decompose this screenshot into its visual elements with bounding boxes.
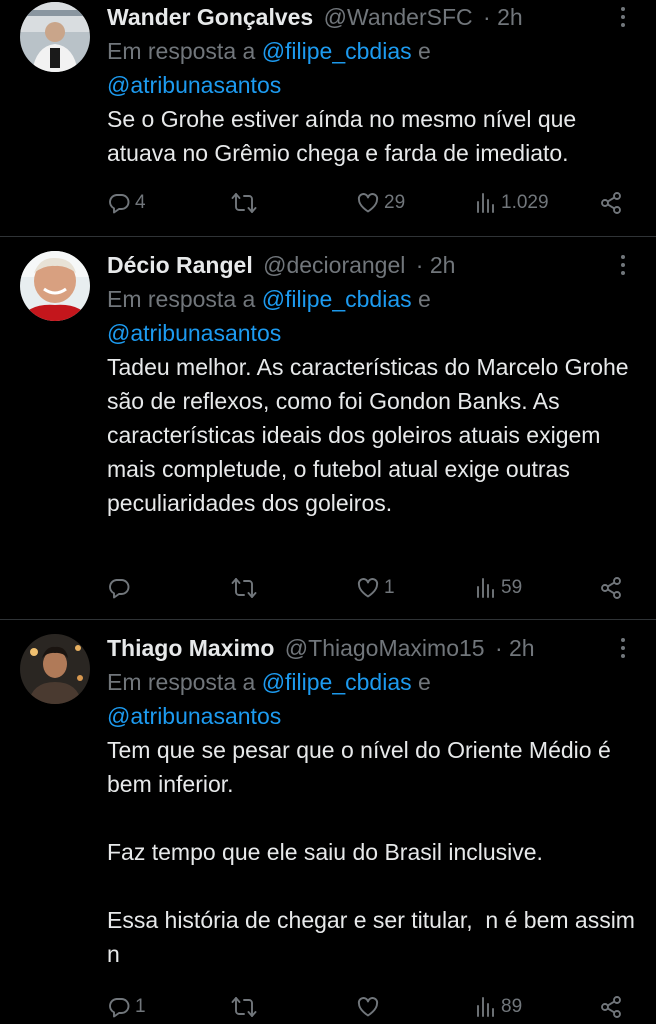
tweet[interactable]: Décio Rangel @deciorangel · 2h Em respos…	[0, 237, 656, 619]
timeline: Wander Gonçalves @WanderSFC · 2h Em resp…	[0, 0, 656, 1024]
views-button[interactable]: 59	[475, 571, 522, 605]
more-icon[interactable]	[616, 633, 630, 663]
reply-button[interactable]: 1	[107, 990, 146, 1024]
retweet-button[interactable]	[231, 186, 261, 220]
views-button[interactable]: 89	[475, 990, 522, 1024]
reply-icon	[109, 579, 130, 599]
display-name[interactable]: Wander Gonçalves	[107, 4, 313, 30]
tweet-actions: 1 59	[107, 571, 637, 605]
mention-link[interactable]: @atribunasantos	[107, 320, 281, 346]
display-name[interactable]: Décio Rangel	[107, 252, 253, 278]
like-button[interactable]: 1	[356, 571, 395, 605]
tweet-text: Tadeu melhor. As características do Marc…	[107, 354, 635, 516]
retweet-button[interactable]	[231, 571, 261, 605]
views-icon	[477, 193, 494, 213]
share-button[interactable]	[599, 186, 623, 220]
reply-button[interactable]: 4	[107, 186, 146, 220]
tweet[interactable]: Wander Gonçalves @WanderSFC · 2h Em resp…	[0, 0, 656, 236]
retweet-button[interactable]	[231, 990, 261, 1024]
share-icon	[601, 577, 621, 599]
mention-link[interactable]: @atribunasantos	[107, 72, 281, 98]
views-count: 89	[501, 996, 523, 1017]
avatar[interactable]	[20, 251, 90, 321]
reply-context: Em resposta a @filipe_cbdias e @atribuna…	[107, 669, 431, 729]
tweet[interactable]: Thiago Maximo @ThiagoMaximo15 · 2h Em re…	[0, 620, 656, 1024]
tweet-text: Tem que se pesar que o nível do Oriente …	[107, 737, 635, 967]
like-count: 29	[384, 192, 406, 213]
reply-icon	[109, 998, 130, 1018]
views-icon	[477, 997, 494, 1017]
share-button[interactable]	[599, 571, 623, 605]
like-icon	[357, 997, 379, 1017]
like-icon	[357, 578, 379, 598]
like-button[interactable]	[356, 990, 384, 1024]
reply-context: Em resposta a @filipe_cbdias e @atribuna…	[107, 38, 431, 98]
share-icon	[601, 192, 621, 214]
user-handle[interactable]: @deciorangel	[263, 252, 405, 278]
retweet-icon	[231, 193, 257, 213]
tweet-text: Se o Grohe estiver aínda no mesmo nível …	[107, 106, 583, 166]
mention-link[interactable]: @filipe_cbdias	[262, 669, 412, 695]
reply-context: Em resposta a @filipe_cbdias e @atribuna…	[107, 286, 431, 346]
reply-icon	[109, 194, 130, 214]
timestamp[interactable]: · 2h	[483, 4, 523, 30]
timestamp[interactable]: · 2h	[416, 252, 456, 278]
views-count: 59	[501, 577, 523, 598]
reply-count: 1	[135, 996, 146, 1017]
retweet-icon	[231, 997, 257, 1017]
views-icon	[477, 578, 494, 598]
avatar[interactable]	[20, 634, 90, 704]
avatar[interactable]	[20, 2, 90, 72]
more-icon[interactable]	[616, 2, 630, 32]
display-name[interactable]: Thiago Maximo	[107, 635, 274, 661]
more-icon[interactable]	[616, 250, 630, 280]
reply-count: 4	[135, 192, 146, 213]
tweet-actions: 1 89	[107, 990, 637, 1024]
share-icon	[601, 996, 621, 1018]
like-count: 1	[384, 577, 395, 598]
like-icon	[357, 193, 379, 213]
retweet-icon	[231, 578, 257, 598]
share-button[interactable]	[599, 990, 623, 1024]
views-button[interactable]: 1.029	[475, 186, 549, 220]
timestamp[interactable]: · 2h	[495, 635, 535, 661]
user-handle[interactable]: @ThiagoMaximo15	[285, 635, 485, 661]
mention-link[interactable]: @filipe_cbdias	[262, 286, 412, 312]
reply-button[interactable]	[107, 571, 135, 605]
views-count: 1.029	[501, 192, 549, 213]
mention-link[interactable]: @filipe_cbdias	[262, 38, 412, 64]
like-button[interactable]: 29	[356, 186, 405, 220]
mention-link[interactable]: @atribunasantos	[107, 703, 281, 729]
tweet-actions: 4 29 1.029	[107, 186, 637, 220]
user-handle[interactable]: @WanderSFC	[324, 4, 473, 30]
